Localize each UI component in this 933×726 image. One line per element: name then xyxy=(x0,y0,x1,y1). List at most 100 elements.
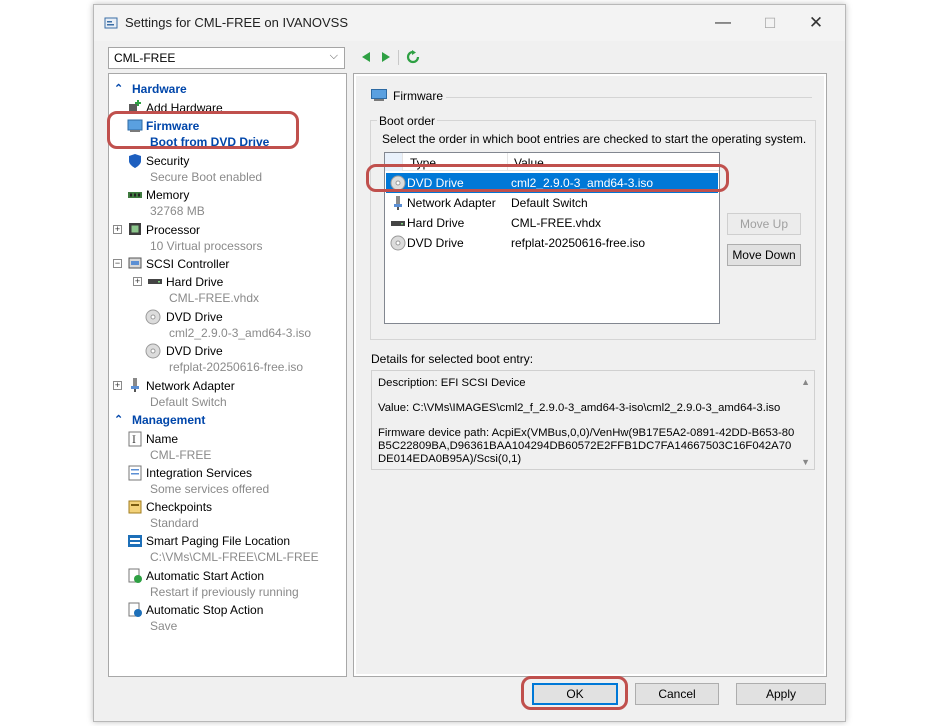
hard-drive-icon xyxy=(391,221,405,226)
settings-app-icon xyxy=(104,17,118,29)
dvd-icon xyxy=(390,235,406,251)
boot-order-list[interactable]: Type Value DVD Drive cml2_2.9.0-3_amd64-… xyxy=(384,152,720,324)
expand-processor-icon[interactable]: + xyxy=(113,225,122,234)
tree-item-automatic-start[interactable]: Automatic Start Action xyxy=(146,569,264,583)
boot-entry-row[interactable]: Network Adapter Default Switch xyxy=(386,193,718,213)
collapse-scsi-icon[interactable]: − xyxy=(113,259,122,268)
tree-item-smart-paging[interactable]: Smart Paging File Location xyxy=(146,534,290,548)
collapse-chevron-icon: ⌃ xyxy=(114,414,124,426)
tree-item-dvd-drive-2-sub: refplat-20250616-free.iso xyxy=(169,360,304,374)
details-description: Description: EFI SCSI Device xyxy=(378,377,526,389)
window-title: Settings for CML-FREE on IVANOVSS xyxy=(125,15,348,30)
dvd-icon xyxy=(145,309,161,325)
processor-icon xyxy=(129,223,141,235)
column-separator xyxy=(507,153,508,171)
tree-item-processor-sub: 10 Virtual processors xyxy=(150,239,263,253)
tree-item-add-hardware[interactable]: Add Hardware xyxy=(146,101,223,115)
tree-item-automatic-stop[interactable]: Automatic Stop Action xyxy=(146,603,263,617)
tree-item-integration-services-sub: Some services offered xyxy=(150,482,270,496)
close-button[interactable]: ✕ xyxy=(793,9,839,37)
maximize-button[interactable]: ☐ xyxy=(747,9,793,37)
dvd-icon xyxy=(145,343,161,359)
network-adapter-icon xyxy=(131,378,139,392)
vm-select-dropdown[interactable]: CML-FREE ⌵ xyxy=(108,47,345,69)
tree-item-processor[interactable]: Processor xyxy=(146,223,200,237)
settings-window: Settings for CML-FREE on IVANOVSS — ☐ ✕ … xyxy=(93,4,846,722)
details-value: Value: C:\VMs\IMAGES\cml2_f_2.9.0-3_amd6… xyxy=(378,402,781,414)
move-up-button[interactable]: Move Up xyxy=(727,213,801,235)
boot-entry-value: cml2_2.9.0-3_amd64-3.iso xyxy=(511,176,654,190)
tree-item-dvd-drive-2[interactable]: DVD Drive xyxy=(166,344,223,358)
management-section-header[interactable]: ⌃ Management xyxy=(109,412,346,428)
tree-item-firmware[interactable]: Firmware xyxy=(146,119,199,133)
scroll-up-icon[interactable]: ▲ xyxy=(801,377,810,387)
tree-item-smart-paging-sub: C:\VMs\CML-FREE\CML-FREE xyxy=(150,550,319,564)
tree-item-memory-sub: 32768 MB xyxy=(150,204,205,218)
hard-drive-icon xyxy=(148,279,162,284)
tree-item-name-sub: CML-FREE xyxy=(150,448,212,462)
move-down-button[interactable]: Move Down xyxy=(727,244,801,266)
boot-entry-value: refplat-20250616-free.iso xyxy=(511,236,646,250)
automatic-stop-icon xyxy=(128,602,142,617)
vm-select-value: CML-FREE xyxy=(114,51,176,65)
checkpoints-icon xyxy=(128,500,142,514)
scroll-down-icon[interactable]: ▼ xyxy=(801,457,810,467)
firmware-icon xyxy=(371,89,387,101)
column-header-type[interactable]: Type xyxy=(410,156,436,170)
firmware-icon xyxy=(127,119,143,132)
details-textbox[interactable]: Description: EFI SCSI Device Value: C:\V… xyxy=(371,370,815,470)
tree-item-dvd-drive-1[interactable]: DVD Drive xyxy=(166,310,223,324)
tree-item-integration-services[interactable]: Integration Services xyxy=(146,466,252,480)
tree-item-security-sub: Secure Boot enabled xyxy=(150,170,263,184)
cancel-button[interactable]: Cancel xyxy=(635,683,719,705)
column-header-value[interactable]: Value xyxy=(514,156,544,170)
firmware-panel: Firmware Boot order Select the order in … xyxy=(353,73,827,677)
tree-item-automatic-start-sub: Restart if previously running xyxy=(150,585,299,599)
boot-entry-value: Default Switch xyxy=(511,196,588,210)
tree-item-security[interactable]: Security xyxy=(146,154,189,168)
network-adapter-icon xyxy=(394,196,402,210)
hardware-section-header[interactable]: ⌃ Hardware xyxy=(109,81,346,97)
panel-heading: Firmware xyxy=(393,89,443,103)
automatic-start-icon xyxy=(128,568,142,583)
boot-entry-row[interactable]: DVD Drive refplat-20250616-free.iso xyxy=(386,233,718,253)
header-icon-column xyxy=(385,153,403,171)
expand-network-adapter-icon[interactable]: + xyxy=(113,381,122,390)
security-shield-icon xyxy=(129,154,141,168)
chevron-down-icon: ⌵ xyxy=(329,50,338,62)
boot-entry-type: DVD Drive xyxy=(407,236,464,250)
back-arrow-icon[interactable] xyxy=(359,50,373,64)
minimize-button[interactable]: — xyxy=(700,9,746,37)
tree-item-checkpoints[interactable]: Checkpoints xyxy=(146,500,212,514)
refresh-icon[interactable] xyxy=(406,50,420,64)
scsi-controller-icon xyxy=(128,257,142,269)
boot-list-header: Type Value xyxy=(385,153,719,171)
tree-item-scsi-controller[interactable]: SCSI Controller xyxy=(146,257,229,271)
tree-item-hard-drive[interactable]: Hard Drive xyxy=(166,275,223,289)
expand-hard-drive-icon[interactable]: + xyxy=(133,277,142,286)
tree-item-automatic-stop-sub: Save xyxy=(150,619,178,633)
forward-arrow-icon[interactable] xyxy=(379,50,393,64)
integration-services-icon xyxy=(128,465,142,481)
tree-item-network-adapter[interactable]: Network Adapter xyxy=(146,379,235,393)
tree-item-name[interactable]: Name xyxy=(146,432,178,446)
tree-item-dvd-drive-1-sub: cml2_2.9.0-3_amd64-3.iso xyxy=(169,326,312,340)
tree-item-hard-drive-sub: CML-FREE.vhdx xyxy=(169,291,260,305)
memory-icon xyxy=(128,192,142,198)
tree-item-memory[interactable]: Memory xyxy=(146,188,189,202)
boot-order-title: Boot order xyxy=(377,114,438,128)
title-bar: Settings for CML-FREE on IVANOVSS — ☐ ✕ xyxy=(94,5,845,41)
details-device-path: Firmware device path: AcpiEx(VMBus,0,0)/… xyxy=(378,427,795,465)
toolbar-separator xyxy=(398,50,399,65)
ok-button[interactable]: OK xyxy=(532,683,618,705)
boot-order-description: Select the order in which boot entries a… xyxy=(382,132,807,146)
boot-entry-row[interactable]: Hard Drive CML-FREE.vhdx xyxy=(386,213,718,233)
tree-item-checkpoints-sub: Standard xyxy=(150,516,199,530)
boot-entry-value: CML-FREE.vhdx xyxy=(511,216,602,230)
dvd-icon xyxy=(390,175,406,191)
boot-entry-type: DVD Drive xyxy=(407,176,464,190)
details-label: Details for selected boot entry: xyxy=(371,352,534,366)
tree-item-network-adapter-sub: Default Switch xyxy=(150,395,227,409)
apply-button[interactable]: Apply xyxy=(736,683,826,705)
boot-entry-row[interactable]: DVD Drive cml2_2.9.0-3_amd64-3.iso xyxy=(386,173,718,193)
